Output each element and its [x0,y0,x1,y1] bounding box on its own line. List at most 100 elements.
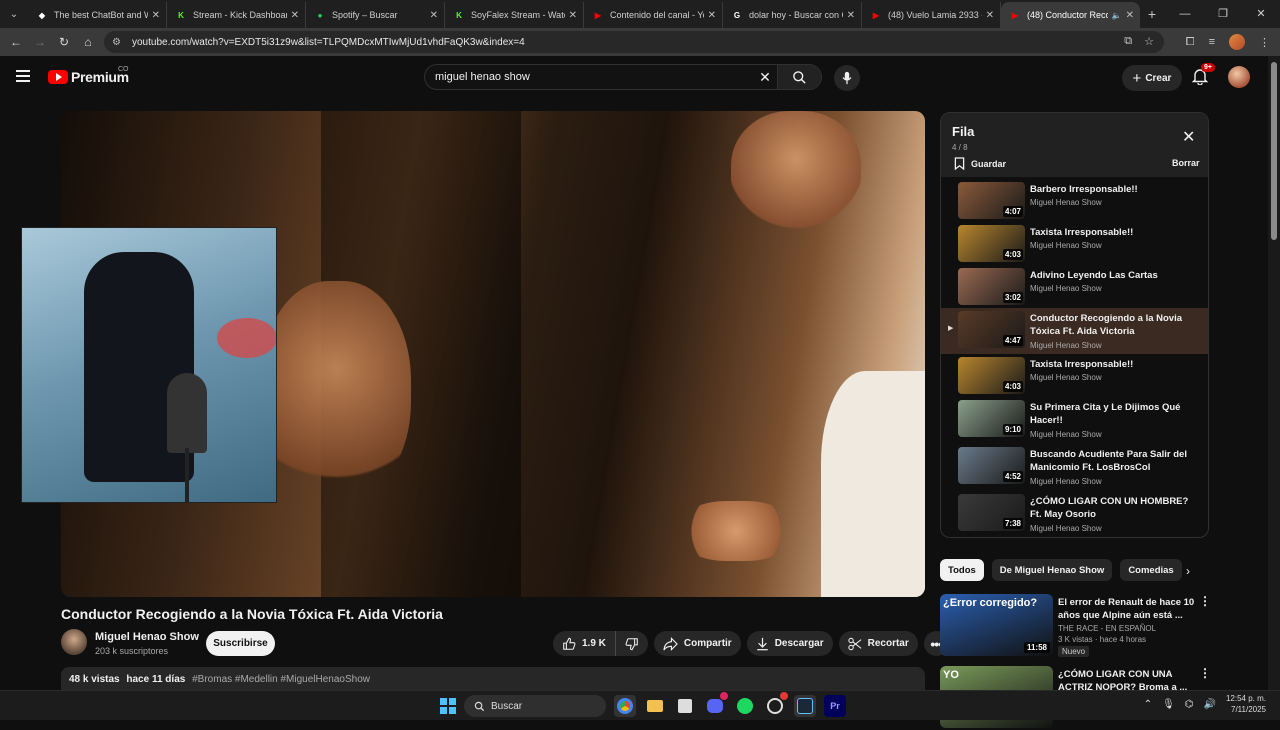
tab-search-chevron-icon[interactable]: ⌄ [0,0,28,28]
maximize-icon[interactable]: ❐ [1204,0,1242,28]
file-explorer-icon[interactable] [644,695,666,717]
scrollbar-thumb[interactable] [1271,62,1277,240]
cast-icon[interactable]: ⧉ [1124,35,1132,48]
microphone-tray-icon[interactable]: 🎙 [1162,699,1175,710]
queue-item[interactable]: 4:07 Barbero Irresponsable!! Miguel Henao … [941,179,1208,225]
channel-avatar[interactable] [61,629,87,655]
tab-close-icon[interactable]: ✕ [708,10,716,21]
recommended-thumbnail[interactable]: ¿Error corregido? 11:58 [940,594,1053,656]
queue-thumbnail[interactable]: 4:03 [958,357,1025,394]
premiere-pro-icon[interactable]: Pr [824,695,846,717]
minimize-icon[interactable]: — [1166,0,1204,28]
queue-thumbnail[interactable]: 9:10 [958,400,1025,437]
store-icon[interactable] [674,695,696,717]
home-icon[interactable]: ⌂ [76,35,100,49]
more-vertical-icon[interactable]: ⋮ [1199,666,1211,680]
bookmark-star-icon[interactable]: ☆ [1144,35,1154,48]
network-icon[interactable]: ⌬ [1185,699,1194,710]
queue-item[interactable]: 3:02 Adivino Leyendo Las Cartas Miguel Hen… [941,265,1208,311]
profile-avatar[interactable] [1229,34,1245,50]
clear-queue-button[interactable]: Borrar [1172,158,1200,168]
browser-tab[interactable]: ▶ Contenido del canal - You ✕ [584,2,723,28]
queue-item[interactable]: ▶ 4:47 Conductor Recogiendo a la Novia Tóx… [941,308,1208,354]
close-queue-icon[interactable]: ✕ [1182,127,1195,147]
chrome-taskbar-icon[interactable] [614,695,636,717]
more-vertical-icon[interactable]: ⋮ [1199,594,1211,608]
site-info-icon[interactable]: ⚙ [112,37,126,48]
browser-tab[interactable]: ◆ The best ChatBot and Wri ✕ [28,2,167,28]
queue-item-title[interactable]: Barbero Irresponsable!! [1030,183,1202,196]
queue-thumbnail[interactable]: 3:02 [958,268,1025,305]
back-icon[interactable]: ← [4,35,28,49]
recommended-video[interactable]: ¿Error corregido? 11:58 El error de Renaul… [940,594,1211,658]
steam-icon[interactable] [794,695,816,717]
browser-tab[interactable]: K Stream - Kick Dashboard ✕ [167,2,306,28]
queue-item-title[interactable]: Su Primera Cita y Le Dijimos Qué Hacer!! [1030,401,1202,427]
recommended-channel[interactable]: THE RACE - EN ESPAÑOL [1058,624,1156,633]
queue-item[interactable]: 4:03 Taxista Irresponsable!! Miguel Henao … [941,354,1208,400]
queue-item[interactable]: 4:03 Taxista Irresponsable!! Miguel Henao … [941,222,1208,268]
recommended-title[interactable]: El error de Renault de hace 10 años que … [1058,596,1196,622]
queue-item[interactable]: 4:52 Buscando Acudiente Para Salir del Ma… [941,444,1208,490]
browser-tab[interactable]: ▶ (48) Vuelo Lamia 2933 - Y ✕ [862,2,1001,28]
filter-chip[interactable]: De Miguel Henao Show [991,559,1113,581]
forward-icon[interactable]: → [28,35,52,49]
tab-close-icon[interactable]: ✕ [152,10,160,21]
share-button[interactable]: Compartir [653,631,741,656]
tab-close-icon[interactable]: ✕ [1126,10,1134,21]
create-button[interactable]: + Crear [1122,65,1182,91]
browser-tab[interactable]: K SoyFalex Stream - Watch ✕ [445,2,584,28]
tray-chevron-icon[interactable]: ⌃ [1144,699,1152,710]
queue-thumbnail[interactable]: 7:38 [958,494,1025,531]
browser-tab[interactable]: Gdolar hoy - Buscar con Go ✕ [723,2,862,28]
tab-close-icon[interactable]: ✕ [430,10,438,21]
queue-thumbnail[interactable]: 4:52 [958,447,1025,484]
search-button[interactable] [777,65,821,89]
clip-button[interactable]: Recortar [838,631,918,656]
subscribe-button[interactable]: Suscribirse [206,631,275,656]
queue-item-title[interactable]: Adivino Leyendo Las Cartas [1030,269,1202,282]
like-button[interactable]: 1.9 K [553,631,616,656]
system-clock[interactable]: 12:54 p. m. 7/11/2025 [1226,693,1266,715]
tab-close-icon[interactable]: ✕ [569,10,577,21]
taskbar-search[interactable]: Buscar [464,695,606,717]
chevron-right-icon[interactable]: › [1186,564,1190,578]
extensions-icon[interactable]: ⧠ [1186,36,1195,49]
queue-item-title[interactable]: Buscando Acudiente Para Salir del Manico… [1030,448,1202,474]
voice-search-button[interactable] [834,65,860,91]
tab-close-icon[interactable]: ✕ [986,10,994,21]
queue-item-title[interactable]: ¿CÓMO LIGAR CON UN HOMBRE? Ft. May Osori… [1030,495,1202,521]
tab-audio-icon[interactable]: 🔈 [1112,11,1122,20]
queue-item-title[interactable]: Taxista Irresponsable!! [1030,358,1202,371]
volume-icon[interactable]: 🔊 [1204,699,1216,710]
new-tab-button[interactable]: + [1140,6,1164,22]
youtube-premium-logo[interactable]: Premium CO [48,66,129,85]
windows-start-icon[interactable] [440,698,456,714]
queue-item[interactable]: 9:10 Su Primera Cita y Le Dijimos Qué Hac… [941,397,1208,443]
dislike-button[interactable] [615,631,648,656]
steam-alt-icon[interactable] [764,692,788,717]
browser-tab[interactable]: ● Spotify – Buscar ✕ [306,2,445,28]
clear-search-icon[interactable]: ✕ [753,69,777,86]
browser-tab[interactable]: ▶ (48) Conductor Recog 🔈 ✕ [1001,2,1140,28]
save-queue-button[interactable]: Guardar [954,157,1006,170]
menu-icon[interactable] [16,70,30,82]
queue-thumbnail[interactable]: 4:07 [958,182,1025,219]
hashtags[interactable]: #Bromas #Medellin #MiguelHenaoShow [192,674,370,685]
page-scrollbar[interactable] [1268,56,1280,690]
reading-list-icon[interactable]: ≡ [1209,36,1215,48]
chrome-menu-icon[interactable]: ⋮ [1259,36,1270,49]
reload-icon[interactable]: ↻ [52,35,76,49]
close-window-icon[interactable]: ✕ [1242,0,1280,28]
queue-item-title[interactable]: Conductor Recogiendo a la Novia Tóxica F… [1030,312,1202,338]
notifications-button[interactable]: 9+ [1191,63,1215,87]
queue-thumbnail[interactable]: 4:03 [958,225,1025,262]
tab-close-icon[interactable]: ✕ [847,10,855,21]
filter-chip[interactable]: Todos [940,559,984,581]
account-avatar[interactable] [1228,66,1250,88]
queue-item[interactable]: 7:38 ¿CÓMO LIGAR CON UN HOMBRE? Ft. May O… [941,491,1208,537]
search-input[interactable]: miguel henao show [425,71,753,83]
queue-item-title[interactable]: Taxista Irresponsable!! [1030,226,1202,239]
queue-thumbnail[interactable]: 4:47 [958,311,1025,348]
spotify-taskbar-icon[interactable] [734,695,756,717]
